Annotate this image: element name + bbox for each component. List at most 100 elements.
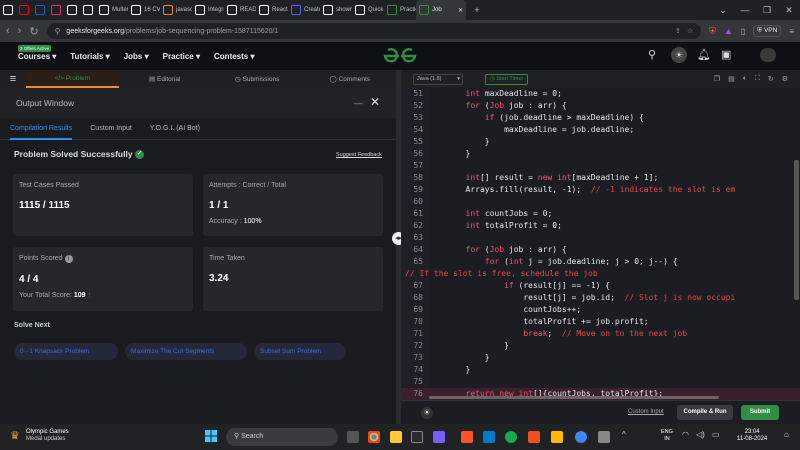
code-line[interactable]: 67 if (result[j] == -1) { (401, 280, 800, 292)
file-icon[interactable]: ▤ (728, 75, 735, 83)
browser-tab[interactable]: Integrati (192, 0, 224, 20)
browser-tab[interactable]: showrev (320, 0, 352, 20)
tab-compilation-results[interactable]: Compilation Results (10, 118, 73, 140)
file-explorer-icon[interactable] (390, 431, 402, 443)
close-window-button[interactable]: ✕ (778, 5, 800, 16)
code-line[interactable]: 75 (401, 376, 800, 388)
browser-tab[interactable] (48, 0, 64, 20)
solve-next-cut-segments[interactable]: Maximize The Cut Segments (125, 343, 247, 360)
taskbar-search[interactable]: ⚲ Search (226, 428, 338, 446)
tab-submissions[interactable]: ◷ Submissions (211, 75, 304, 83)
brave-rewards-icon[interactable]: ▲ (724, 26, 733, 36)
mongodb-icon[interactable] (505, 431, 517, 443)
sidebar-icon[interactable]: ▯ (741, 27, 745, 36)
start-icon[interactable] (205, 430, 217, 442)
browser-tab[interactable] (64, 0, 80, 20)
minimize-icon[interactable]: — (354, 98, 363, 108)
browser-tab[interactable] (32, 0, 48, 20)
new-tab-button[interactable]: + (466, 5, 488, 15)
volume-icon[interactable]: ◁) (696, 430, 705, 439)
browser-tab[interactable]: 16 CV Te (128, 0, 160, 20)
copy-icon[interactable]: ❐ (714, 75, 720, 83)
vscode-icon[interactable] (483, 431, 495, 443)
info-icon[interactable]: i (64, 255, 73, 263)
code-line[interactable]: 65 for (int j = job.deadline; j > 0; j--… (401, 256, 800, 268)
browser-tab[interactable] (0, 0, 16, 20)
code-line[interactable]: 59 Arrays.fill(result, -1); // -1 indica… (401, 184, 800, 196)
suggest-feedback-link[interactable]: Suggest Feedback (336, 152, 382, 158)
browser-tab[interactable]: Practic (384, 0, 416, 20)
chrome-icon[interactable] (368, 431, 380, 443)
maximize-button[interactable]: ❐ (756, 5, 778, 16)
share-icon[interactable]: ⇪ (675, 27, 681, 35)
code-line[interactable]: 68 result[j] = job.id; // Slot j is now … (401, 292, 800, 304)
photos-icon[interactable] (433, 431, 445, 443)
nav-courses[interactable]: 2 Offers Active Courses ▾ (18, 44, 56, 61)
code-line[interactable]: 61 int countJobs = 0; (401, 208, 800, 220)
code-line[interactable]: 53 if (job.deadline > maxDeadline) { (401, 112, 800, 124)
language-select[interactable]: Java (1.8) ▾ (413, 73, 463, 85)
terminal-icon[interactable] (411, 431, 423, 443)
forward-icon[interactable]: › (18, 25, 22, 37)
solve-next-knapsack[interactable]: 0 - 1 Knapsack Problem (14, 343, 118, 360)
theme-icon[interactable]: ◐ (743, 75, 747, 83)
browser-tab[interactable]: javascrip (160, 0, 192, 20)
code-line[interactable]: 74 } (401, 364, 800, 376)
weather-widget[interactable]: Olympic Games Medal updates (26, 429, 69, 443)
browser-tab[interactable]: Multer ( (96, 0, 128, 20)
tab-search-button[interactable]: ⌄ (712, 5, 734, 16)
code-line[interactable]: // If the slot is free, schedule the job (401, 268, 800, 280)
avatar[interactable] (760, 48, 776, 62)
wifi-icon[interactable]: ◠ (682, 430, 689, 439)
code-line[interactable]: 52 for (Job job : arr) { (401, 100, 800, 112)
weather-widget-icon[interactable]: ♛ (10, 429, 20, 442)
close-tab-icon[interactable]: ✕ (458, 7, 463, 14)
custom-input-link[interactable]: Custom Input (628, 409, 664, 415)
minimize-button[interactable]: — (734, 5, 756, 15)
editor-scrollbar[interactable] (794, 160, 799, 300)
task-view-icon[interactable] (347, 431, 359, 443)
code-line[interactable]: 73 } (401, 352, 800, 364)
theme-toggle-icon[interactable]: ☀ (671, 47, 687, 63)
browser-tab[interactable]: Quick St (352, 0, 384, 20)
browser-tab[interactable]: Job ✕ (416, 0, 466, 20)
code-line[interactable]: 60 (401, 196, 800, 208)
code-line[interactable]: 63 (401, 232, 800, 244)
back-icon[interactable]: ‹ (6, 25, 10, 37)
code-line[interactable]: 56 } (401, 148, 800, 160)
fullscreen-icon[interactable]: ⛶ (755, 75, 760, 83)
chrome-profile-icon[interactable] (575, 431, 587, 443)
settings-icon[interactable]: ⚙ (782, 75, 788, 83)
brave-shield-icon[interactable]: ⛨ (709, 26, 716, 37)
code-line[interactable]: 54 maxDeadline = job.deadline; (401, 124, 800, 136)
code-line[interactable]: 64 for (Job job : arr) { (401, 244, 800, 256)
submit-button[interactable]: Submit (741, 405, 779, 420)
figma-icon[interactable] (528, 431, 540, 443)
editor-hscrollbar[interactable] (429, 396, 719, 399)
nav-jobs[interactable]: Jobs ▾ (124, 52, 149, 61)
browser-tab[interactable] (16, 0, 32, 20)
messages-icon[interactable]: ▣ (721, 48, 731, 61)
reload-icon[interactable]: ↻ (29, 25, 38, 38)
site-info-icon[interactable]: ⚲ (55, 27, 61, 36)
tab-comments[interactable]: ◯ Comments (304, 75, 397, 83)
start-timer-button[interactable]: ◷ Start Timer (485, 73, 529, 85)
code-line[interactable]: 69 countJobs++; (401, 304, 800, 316)
code-line[interactable]: 72 } (401, 340, 800, 352)
tray-chevron-icon[interactable]: ^ (622, 430, 626, 439)
tab-yogi-ai-bot[interactable]: Y.O.G.I. (AI Bot) (150, 125, 200, 132)
bookmark-star-icon[interactable]: ☆ (687, 27, 693, 35)
nav-contests[interactable]: Contests ▾ (214, 52, 254, 61)
tab-custom-input[interactable]: Custom Input (90, 125, 132, 132)
code-line[interactable]: 71 break; // Move on to the next job (401, 328, 800, 340)
code-line[interactable]: 58 int[] result = new int[maxDeadline + … (401, 172, 800, 184)
code-line[interactable]: 70 totalProfit += job.profit; (401, 316, 800, 328)
folder-icon[interactable] (551, 431, 563, 443)
gfg-logo-icon[interactable] (382, 46, 418, 66)
vpn-button[interactable]: ⛨ VPN (753, 25, 782, 37)
code-line[interactable]: 55 } (401, 136, 800, 148)
menu-icon[interactable]: ≡ (789, 27, 794, 36)
notification-bell-icon[interactable]: 🔔︎ (697, 48, 711, 61)
battery-icon[interactable]: ▭ (712, 430, 720, 439)
solve-next-subset-sum[interactable]: Subset Sum Problem (254, 343, 346, 360)
